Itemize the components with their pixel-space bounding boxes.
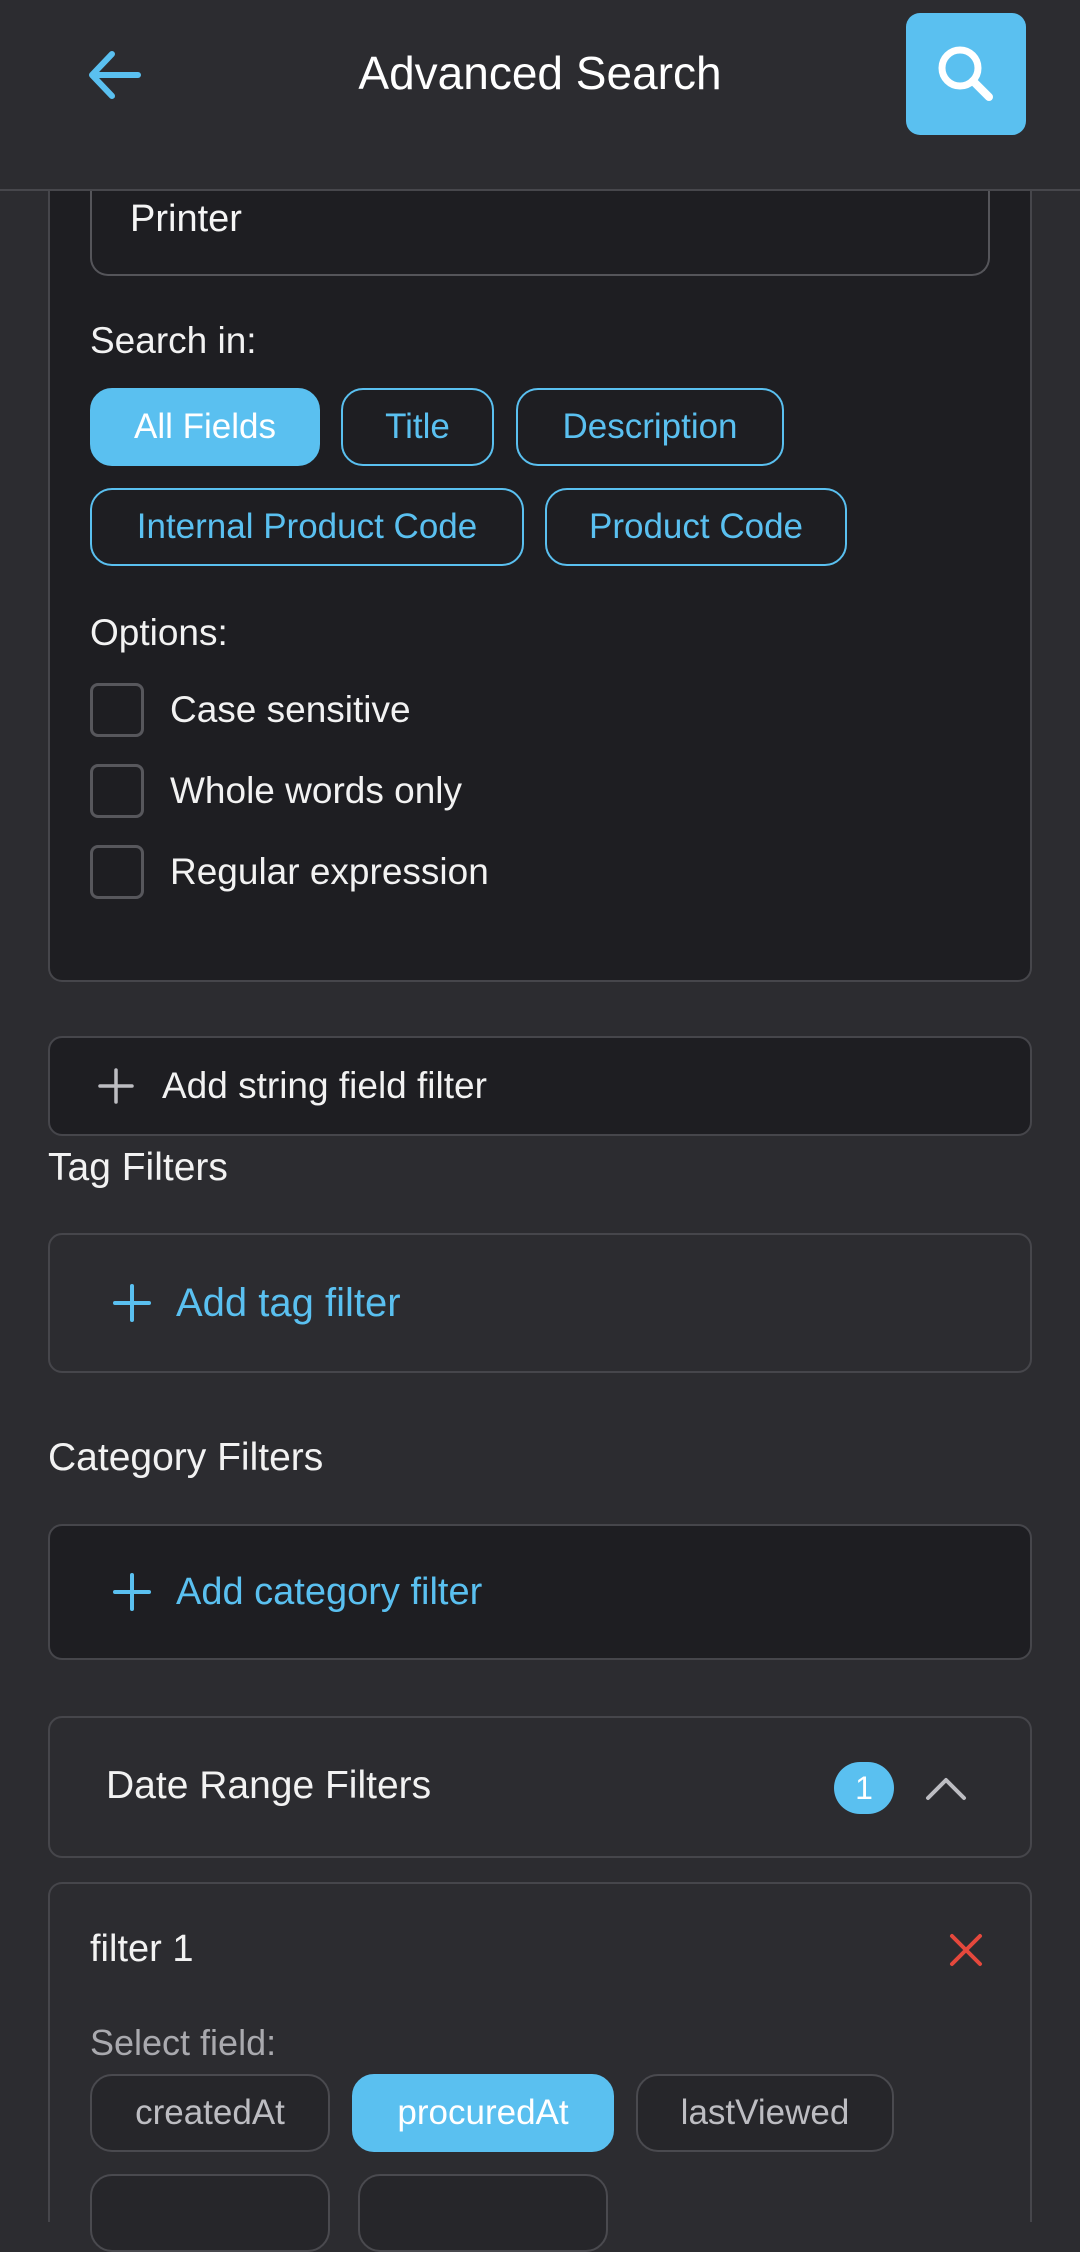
chip-title[interactable]: Title [341, 388, 494, 466]
chip-product-code[interactable]: Product Code [545, 488, 847, 566]
plus-icon [98, 1068, 134, 1104]
add-category-filter-button[interactable]: Add category filter [48, 1524, 1032, 1660]
options-label: Options: [90, 612, 228, 653]
date-range-filters-title: Date Range Filters [106, 1764, 432, 1807]
category-filters-title: Category Filters [48, 1436, 324, 1479]
filter-name: filter 1 [90, 1928, 194, 1970]
option-case-sensitive[interactable]: Case sensitive [90, 681, 411, 739]
add-tag-filter-button[interactable]: Add tag filter [48, 1233, 1032, 1373]
close-icon[interactable] [948, 1932, 984, 1968]
search-button[interactable] [906, 13, 1026, 135]
plus-icon [113, 1284, 151, 1322]
field-chip-createdat[interactable]: createdAt [90, 2074, 330, 2152]
date-range-filters-header[interactable]: Date Range Filters 1 [48, 1716, 1032, 1858]
option-regular-expression[interactable]: Regular expression [90, 843, 489, 901]
chevron-up-icon[interactable] [924, 1772, 968, 1802]
plus-icon [113, 1573, 151, 1611]
option-label: Case sensitive [170, 689, 411, 730]
filter-count-badge: 1 [834, 1762, 894, 1814]
checkbox[interactable] [90, 845, 144, 899]
tag-filters-title: Tag Filters [48, 1146, 228, 1189]
option-label: Whole words only [170, 770, 463, 811]
add-string-filter-button[interactable]: Add string field filter [48, 1036, 1032, 1136]
field-chip-procuredat[interactable]: procuredAt [352, 2074, 614, 2152]
option-whole-words[interactable]: Whole words only [90, 762, 462, 820]
chip-all-fields[interactable]: All Fields [90, 388, 320, 466]
checkbox[interactable] [90, 764, 144, 818]
add-category-filter-label: Add category filter [176, 1570, 483, 1613]
chip-internal-product-code[interactable]: Internal Product Code [90, 488, 524, 566]
field-chip-more[interactable] [358, 2174, 608, 2252]
field-chip-lastviewed[interactable]: lastViewed [636, 2074, 894, 2152]
add-string-filter-label: Add string field filter [162, 1065, 487, 1106]
app-header: Advanced Search [0, 0, 1080, 191]
chip-description[interactable]: Description [516, 388, 784, 466]
option-label: Regular expression [170, 851, 489, 892]
search-icon [938, 46, 993, 101]
field-chip-more[interactable] [90, 2174, 330, 2252]
date-filter-card: filter 1 Select field: createdAt procure… [48, 1882, 1032, 2252]
add-tag-filter-label: Add tag filter [176, 1280, 401, 1325]
checkbox[interactable] [90, 683, 144, 737]
select-field-label: Select field: [90, 2022, 277, 2063]
search-in-label: Search in: [90, 320, 257, 361]
